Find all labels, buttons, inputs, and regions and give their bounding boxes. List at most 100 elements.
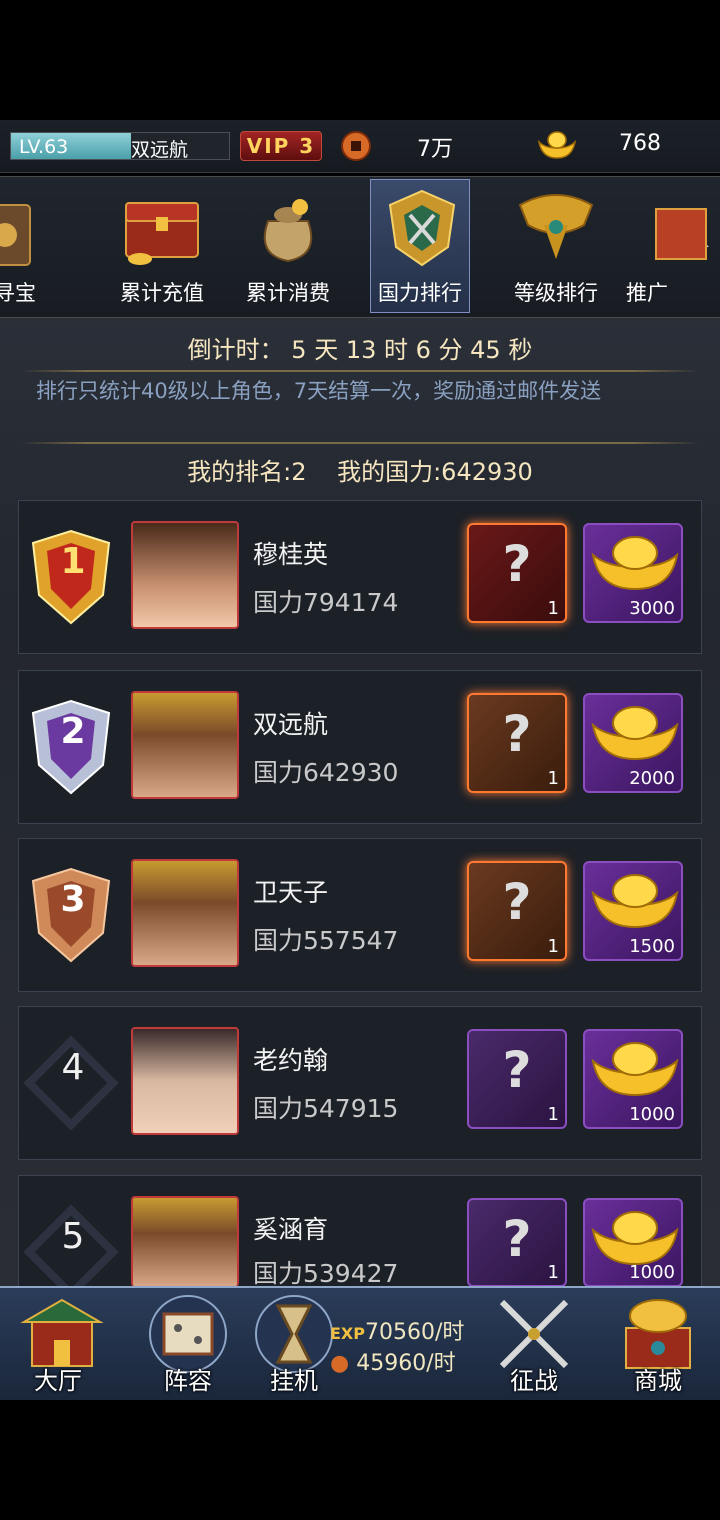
my-power-label: 我的国力: (337, 458, 442, 486)
player-avatar[interactable] (131, 1196, 239, 1287)
player-power: 国力539427 (253, 1259, 399, 1288)
exp-rate-line: EXP70560/时 (330, 1318, 470, 1349)
player-name: 卫天子 (253, 878, 329, 907)
reward-count: 1 (547, 1262, 559, 1283)
nav-campaign[interactable]: 征战 (472, 1288, 592, 1400)
crest-icon (388, 189, 456, 267)
idle-rates: EXP70560/时 ● 45960/时 (330, 1318, 470, 1379)
mystery-reward-box[interactable]: ? 1 (467, 1029, 567, 1129)
nav-label: 商城 (634, 1367, 682, 1395)
gift-icon (655, 208, 707, 260)
event-tab-bar: ◀ ▶ 寻宝 累计充值 累计消费 国力排行 (0, 176, 720, 318)
player-avatar[interactable] (131, 1027, 239, 1135)
copper-rate: 45960/时 (356, 1351, 456, 1376)
vip-badge[interactable]: VIP 3 (240, 131, 322, 161)
money-bag-icon (263, 199, 313, 263)
gold-ingot-icon (591, 874, 679, 929)
mystery-reward-box[interactable]: ? 1 (467, 1198, 567, 1287)
player-power: 国力547915 (253, 1094, 399, 1123)
tab-label: 累计充值 (120, 281, 204, 305)
copper-amount: 7万 (417, 137, 453, 162)
reward-count: 1 (547, 768, 559, 789)
rank-number: 5 (61, 1216, 85, 1257)
question-mark-icon: ? (502, 705, 532, 763)
gold-ingot-icon (591, 1042, 679, 1097)
gold-reward[interactable]: 3000 (583, 523, 683, 623)
gold-amount: 768 (619, 131, 661, 156)
tab-cumulative-recharge[interactable]: 累计充值 (100, 177, 220, 317)
exp-rate: 70560/时 (365, 1320, 465, 1345)
gold-ingot-icon (591, 1211, 679, 1266)
ranking-row[interactable]: 5 奚涵育 国力539427 ? 1 1000 (18, 1175, 702, 1300)
my-rank-summary: 我的排名:2 我的国力:642930 (0, 452, 720, 487)
question-mark-icon: ? (502, 873, 532, 931)
ranking-row[interactable]: 4 老约翰 国力547915 ? 1 1000 (18, 1006, 702, 1160)
tab-treasure[interactable]: 寻宝 (0, 177, 60, 317)
level-bar: LV.63 双远航 (10, 132, 230, 161)
nav-label: 征战 (510, 1367, 558, 1395)
divider (20, 442, 700, 444)
mystery-reward-box[interactable]: ? 1 (467, 523, 567, 623)
player-avatar[interactable] (131, 859, 239, 967)
gold-reward[interactable]: 1500 (583, 861, 683, 961)
rank-number: 4 (61, 1047, 85, 1088)
player-name: 双远航 (253, 710, 329, 739)
mystery-reward-box[interactable]: ? 1 (467, 693, 567, 793)
nav-label: 大厅 (34, 1367, 82, 1395)
player-avatar[interactable] (131, 691, 239, 799)
question-mark-icon: ? (502, 1041, 532, 1099)
exp-label: EXP (330, 1324, 365, 1343)
nav-lineup[interactable]: 阵容 (126, 1288, 246, 1400)
gold-reward[interactable]: 1000 (583, 1198, 683, 1287)
player-name: 穆桂英 (253, 540, 329, 569)
ranking-row[interactable]: 2 双远航 国力642930 ? 1 2000 (18, 670, 702, 824)
player-name: 老约翰 (253, 1046, 329, 1075)
question-mark-icon: ? (502, 1210, 532, 1268)
treasure-icon (0, 204, 31, 266)
player-name: 双远航 (131, 139, 189, 161)
tab-level-ranking[interactable]: 等级排行 (494, 177, 614, 317)
gold-reward[interactable]: 1000 (583, 1029, 683, 1129)
tab-promotion[interactable]: 推广 (626, 177, 720, 317)
ranking-row[interactable]: 1 穆桂英 国力794174 ? 1 3000 (18, 500, 702, 654)
reward-count: 1000 (629, 1262, 675, 1283)
player-power: 国力642930 (253, 758, 399, 787)
tab-label: 寻宝 (0, 281, 36, 305)
nav-hall[interactable]: 大厅 (0, 1288, 120, 1400)
reward-count: 3000 (629, 598, 675, 619)
gold-ingot-icon (591, 536, 679, 591)
my-rank-label: 我的排名: (187, 458, 292, 486)
nav-shop[interactable]: 商城 (596, 1288, 716, 1400)
copper-coin-icon (341, 131, 371, 161)
question-mark-icon: ? (502, 535, 532, 593)
reward-count: 1500 (629, 936, 675, 957)
helmet-icon (518, 194, 594, 259)
reward-count: 1 (547, 1104, 559, 1125)
reward-count: 2000 (629, 768, 675, 789)
mystery-reward-box[interactable]: ? 1 (467, 861, 567, 961)
player-power: 国力794174 (253, 588, 399, 617)
tab-power-ranking[interactable]: 国力排行 (360, 177, 480, 317)
player-power: 国力557547 (253, 926, 399, 955)
divider (20, 370, 700, 372)
rank-number: 1 (60, 541, 86, 582)
tab-label: 等级排行 (514, 281, 598, 305)
copper-rate-line: ● 45960/时 (330, 1349, 470, 1379)
tab-label: 累计消费 (246, 281, 330, 305)
gold-ingot-icon (591, 706, 679, 761)
gold-reward[interactable]: 2000 (583, 693, 683, 793)
tab-label: 国力排行 (378, 281, 462, 305)
countdown-text: 倒计时： 5 天 13 时 6 分 45 秒 (187, 336, 533, 364)
tab-cumulative-spending[interactable]: 累计消费 (226, 177, 346, 317)
rank-number: 2 (60, 711, 86, 752)
ranking-row[interactable]: 3 卫天子 国力557547 ? 1 1500 (18, 838, 702, 992)
reward-count: 1000 (629, 1104, 675, 1125)
player-name: 奚涵育 (253, 1215, 329, 1244)
my-rank-value: 2 (291, 458, 307, 486)
my-power-value: 642930 (441, 458, 533, 486)
player-avatar[interactable] (131, 521, 239, 629)
rank-number: 3 (60, 879, 86, 920)
level-text: LV.63 (19, 136, 69, 158)
copper-coin-icon: ● (330, 1351, 350, 1376)
reward-count: 1 (547, 936, 559, 957)
